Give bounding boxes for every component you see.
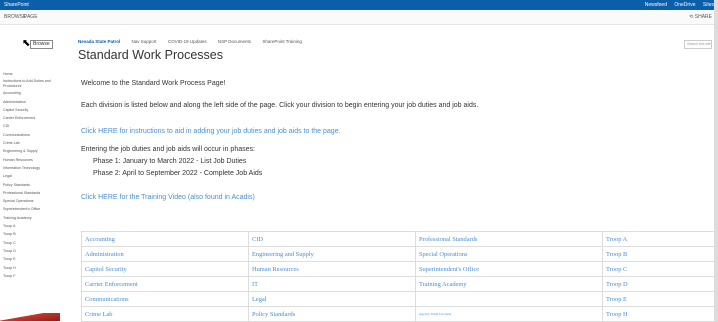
phase-2-text: Phase 2: April to September 2022 - Compl… bbox=[93, 170, 263, 177]
division-link[interactable]: Accounting bbox=[81, 231, 249, 247]
training-video-link[interactable]: Click HERE for the Training Video (also … bbox=[81, 194, 255, 201]
phase-1-text: Phase 1: January to March 2022 - List Jo… bbox=[93, 158, 247, 165]
topnav-home[interactable]: Nevada State Patrol bbox=[78, 39, 120, 44]
suite-links: Newsfeed OneDrive Sites bbox=[639, 0, 714, 10]
leftnav-item[interactable]: Training Academy bbox=[3, 214, 65, 222]
leftnav-item[interactable]: Home bbox=[3, 70, 65, 78]
table-row: Capitol Security Human Resources Superin… bbox=[81, 261, 718, 277]
topnav-nav-support[interactable]: Nav Support bbox=[132, 39, 157, 44]
leftnav-item[interactable]: Troop F bbox=[3, 272, 65, 280]
leftnav-item[interactable]: Professional Standards bbox=[3, 189, 65, 197]
division-link[interactable]: Administration bbox=[81, 246, 249, 262]
search-input[interactable]: Search this site bbox=[684, 40, 712, 49]
leftnav-item[interactable]: Engineering & Supply bbox=[3, 147, 65, 155]
share-button[interactable]: ⟲ SHARE bbox=[689, 10, 712, 24]
instructions-link[interactable]: Click HERE for instructions to aid in ad… bbox=[81, 128, 341, 135]
leftnav-item[interactable]: Information Technology bbox=[3, 164, 65, 172]
mouse-cursor-icon: ⬉ bbox=[22, 38, 31, 49]
left-navigation: Home Instructions to Add Duties and Proc… bbox=[3, 70, 65, 280]
share-icon: ⟲ bbox=[689, 14, 694, 20]
division-link[interactable]: Human Resources bbox=[248, 261, 416, 277]
division-link[interactable]: Capitol Security bbox=[81, 261, 249, 277]
division-link[interactable]: Troop H bbox=[602, 306, 718, 322]
divisions-table: Accounting CID Professional Standards Tr… bbox=[81, 231, 718, 322]
site-title[interactable]: Standard Work Processes bbox=[78, 48, 223, 62]
division-link[interactable]: Troop A bbox=[602, 231, 718, 247]
division-link[interactable]: Training Academy bbox=[415, 276, 603, 292]
leftnav-item[interactable]: Communications bbox=[3, 131, 65, 139]
division-link[interactable]: Agency Wide Job Aids bbox=[415, 306, 603, 322]
browse-tooltip: Browse bbox=[30, 40, 53, 49]
leftnav-item[interactable]: Capitol Security bbox=[3, 106, 65, 114]
leftnav-item[interactable]: Policy Standards bbox=[3, 181, 65, 189]
table-row: Communications Legal Troop E bbox=[81, 291, 718, 307]
leftnav-item[interactable]: Human Resources bbox=[3, 156, 65, 164]
division-link[interactable]: Superintendent's Office bbox=[415, 261, 603, 277]
division-link[interactable]: Professional Standards bbox=[415, 231, 603, 247]
leftnav-item[interactable]: Crime Lab bbox=[3, 139, 65, 147]
table-row: Crime Lab Policy Standards Agency Wide J… bbox=[81, 306, 718, 322]
table-row: Accounting CID Professional Standards Tr… bbox=[81, 231, 718, 247]
leftnav-item[interactable]: CID bbox=[3, 122, 65, 130]
suite-bar: SharePoint Newsfeed OneDrive Sites bbox=[0, 0, 718, 10]
leftnav-item[interactable]: Superintendent's Office bbox=[3, 205, 65, 213]
share-label: SHARE bbox=[694, 14, 712, 20]
ribbon: BROWSE PAGE ⟲ SHARE bbox=[0, 10, 718, 25]
topnav-sharepoint-training[interactable]: SharePoint Training bbox=[262, 39, 302, 44]
newsfeed-link[interactable]: Newsfeed bbox=[645, 2, 667, 8]
division-link[interactable]: Troop E bbox=[602, 291, 718, 307]
division-link[interactable]: Troop B bbox=[602, 246, 718, 262]
table-row: Carrier Enforcement IT Training Academy … bbox=[81, 276, 718, 292]
phases-intro: Entering the job duties and job aids wil… bbox=[81, 146, 255, 153]
leftnav-item[interactable]: Instructions to Add Duties and Procedure… bbox=[3, 78, 65, 89]
sites-link[interactable]: Sites bbox=[703, 2, 714, 8]
tab-page[interactable]: PAGE bbox=[24, 10, 38, 24]
leftnav-item[interactable]: Troop A bbox=[3, 222, 65, 230]
division-link[interactable]: Troop D bbox=[602, 276, 718, 292]
division-link[interactable]: Special Operations bbox=[415, 246, 603, 262]
topnav-covid-updates[interactable]: COVID-19 Updates bbox=[168, 39, 207, 44]
tab-browse[interactable]: BROWSE bbox=[4, 10, 26, 24]
leftnav-item[interactable]: Carrier Enforcement bbox=[3, 114, 65, 122]
division-link[interactable]: IT bbox=[248, 276, 416, 292]
leftnav-item[interactable]: Legal bbox=[3, 172, 65, 180]
red-corner-decoration bbox=[0, 313, 60, 321]
leftnav-item[interactable]: Administration bbox=[3, 98, 65, 106]
division-link[interactable]: Communications bbox=[81, 291, 249, 307]
sharepoint-brand[interactable]: SharePoint bbox=[4, 0, 29, 10]
division-link[interactable]: Policy Standards bbox=[248, 306, 416, 322]
leftnav-item[interactable]: Troop C bbox=[3, 239, 65, 247]
division-link[interactable]: Carrier Enforcement bbox=[81, 276, 249, 292]
leftnav-item[interactable]: Troop H bbox=[3, 264, 65, 272]
leftnav-item[interactable]: Troop E bbox=[3, 255, 65, 263]
division-link[interactable]: Troop C bbox=[602, 261, 718, 277]
onedrive-link[interactable]: OneDrive bbox=[674, 2, 695, 8]
division-link[interactable]: Engineering and Supply bbox=[248, 246, 416, 262]
instructions-text: Each division is listed below and along … bbox=[81, 102, 479, 109]
leftnav-item[interactable]: Special Operations bbox=[3, 197, 65, 205]
division-link bbox=[415, 291, 603, 307]
division-link[interactable]: CID bbox=[248, 231, 416, 247]
window-edge bbox=[714, 0, 718, 321]
division-link[interactable]: Legal bbox=[248, 291, 416, 307]
topnav-nsp-documents[interactable]: NSP Documents bbox=[218, 39, 251, 44]
top-navigation: Nevada State Patrol Nav Support COVID-19… bbox=[78, 39, 312, 44]
table-row: Administration Engineering and Supply Sp… bbox=[81, 246, 718, 262]
leftnav-item[interactable]: Troop B bbox=[3, 230, 65, 238]
leftnav-item[interactable]: Troop D bbox=[3, 247, 65, 255]
leftnav-item[interactable]: Accounting bbox=[3, 89, 65, 97]
welcome-heading: Welcome to the Standard Work Process Pag… bbox=[81, 80, 226, 87]
division-link[interactable]: Crime Lab bbox=[81, 306, 249, 322]
